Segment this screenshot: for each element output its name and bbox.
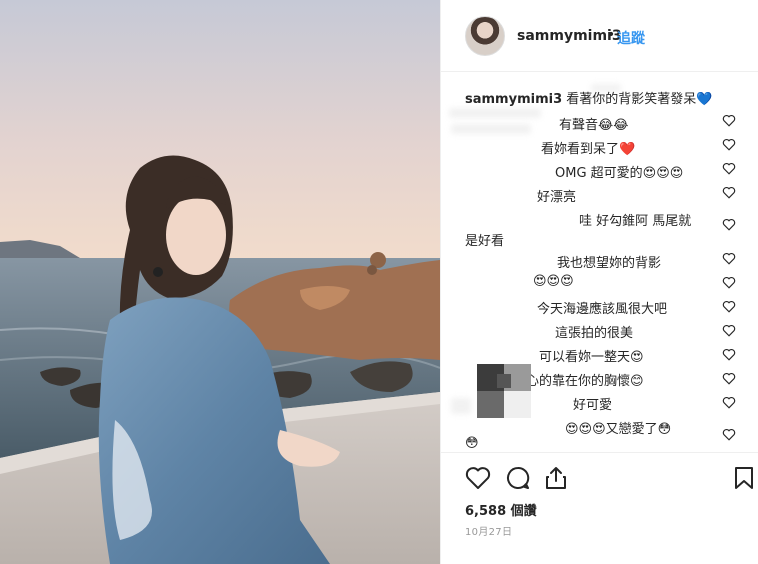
comment-text: 哇 好勾錐阿 馬尾就 <box>579 214 692 229</box>
comment-icon[interactable] <box>505 465 531 491</box>
header-username[interactable]: sammymimi3 <box>517 28 622 44</box>
comment-text: 看妳看到呆了❤️ <box>541 142 636 157</box>
comment-like-heart-icon[interactable] <box>722 428 736 441</box>
share-icon[interactable] <box>543 465 569 491</box>
comment-text: OMG 超可愛的😍😍😍 <box>555 166 684 181</box>
caption-username[interactable]: sammymimi3 <box>465 92 562 107</box>
separator-dot: • <box>607 27 616 43</box>
comment-like-heart-icon[interactable] <box>722 324 736 337</box>
like-count[interactable]: 6,588 個讚 <box>465 500 537 519</box>
comment-text: 😍😍😍又戀愛了😳 <box>565 422 672 437</box>
comment-text: 😳 <box>465 436 479 451</box>
comment-like-heart-icon[interactable] <box>722 138 736 151</box>
comment-like-heart-icon[interactable] <box>722 252 736 265</box>
comment-like-heart-icon[interactable] <box>722 276 736 289</box>
comment-text: 好漂亮 <box>537 190 577 205</box>
comment-text: 可以看妳一整天😍 <box>539 350 644 365</box>
photo-illustration <box>0 0 440 564</box>
comment-text: 我也想望妳的背影 <box>557 256 662 271</box>
comment-like-heart-icon[interactable] <box>722 372 736 385</box>
comment-like-heart-icon[interactable] <box>722 300 736 313</box>
comment-text: 😍😍😍 <box>533 274 574 289</box>
comment-list[interactable]: sammymimi3 看著你的背影笑著發呆💙 有聲音😂😂 看妳看到呆了❤️ OM… <box>441 72 758 452</box>
comment-text: 安心的靠在你的胸懷😊 <box>513 374 644 389</box>
comment-text: 這張拍的很美 <box>555 326 634 341</box>
comment-like-heart-icon[interactable] <box>722 162 736 175</box>
follow-button[interactable]: 追蹤 <box>617 28 645 48</box>
redacted-blur <box>451 398 471 414</box>
post-caption: sammymimi3 看著你的背影笑著發呆💙 <box>465 88 712 107</box>
comment-text: 好可愛 <box>573 398 613 413</box>
comment-text: 是好看 <box>465 234 505 249</box>
post-side-panel: sammymimi3 • 追蹤 sammymimi3 看著你的背影笑著發呆💙 有… <box>440 0 758 564</box>
post-photo[interactable] <box>0 0 440 564</box>
comment-text: 有聲音😂😂 <box>559 118 629 133</box>
post-actions: 6,588 個讚 10月27日 <box>441 452 758 564</box>
avatar[interactable] <box>465 16 505 56</box>
bookmark-icon[interactable] <box>731 465 757 491</box>
caption-text: 看著你的背影笑著發呆💙 <box>566 92 713 107</box>
comment-like-heart-icon[interactable] <box>722 348 736 361</box>
pixelated-image <box>477 364 531 418</box>
redacted-blur <box>451 124 531 134</box>
comment-like-heart-icon[interactable] <box>722 114 736 127</box>
comment-text: 今天海邊應該風很大吧 <box>537 302 668 317</box>
comment-like-heart-icon[interactable] <box>722 396 736 409</box>
heart-icon[interactable] <box>465 465 491 491</box>
comment-like-heart-icon[interactable] <box>722 186 736 199</box>
redacted-blur <box>449 108 541 118</box>
post-date[interactable]: 10月27日 <box>465 523 512 538</box>
comment-like-heart-icon[interactable] <box>722 218 736 231</box>
post-header: sammymimi3 • 追蹤 <box>441 0 758 72</box>
